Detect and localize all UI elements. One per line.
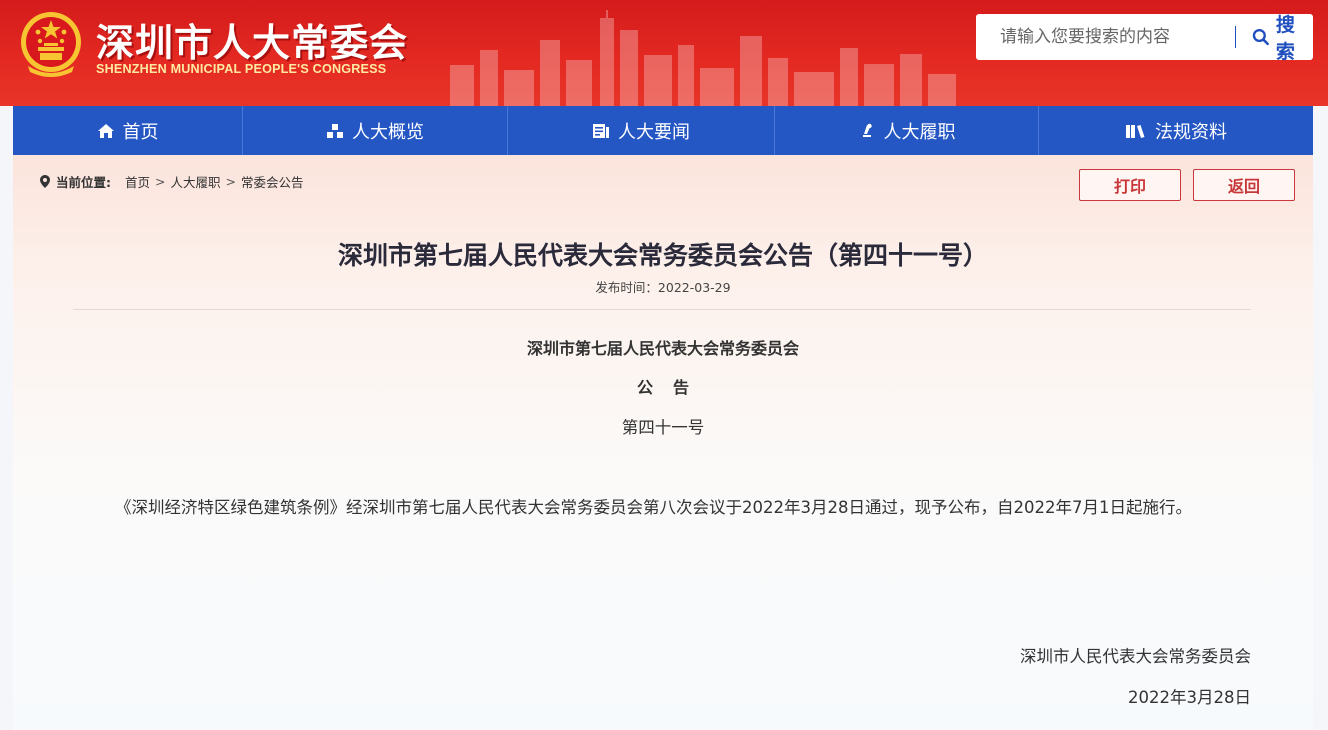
search-button[interactable]: 搜索 — [1252, 10, 1313, 64]
title-divider — [73, 309, 1251, 310]
notice-issuer: 深圳市第七届人民代表大会常务委员会 — [526, 339, 799, 358]
national-emblem-icon — [21, 12, 81, 77]
search-icon — [1253, 28, 1270, 46]
home-icon — [97, 123, 115, 139]
overview-icon — [326, 123, 344, 139]
site-title[interactable]: 深圳市人大常委会 — [96, 12, 408, 67]
breadcrumb-duty[interactable]: 人大履职 — [171, 172, 221, 191]
site-header: 深圳市人大常委会 SHENZHEN MUNICIPAL PEOPLE'S CON… — [0, 0, 1328, 106]
publish-info: 发布时间：2022-03-29 — [13, 277, 1313, 296]
nav-item-label: 人大概览 — [352, 121, 424, 143]
location-pin-icon — [40, 175, 50, 188]
nav-item-label: 法规资料 — [1155, 121, 1227, 143]
notice-number: 第四十一号 — [621, 418, 705, 437]
breadcrumb-separator: > — [155, 174, 166, 189]
search-input[interactable] — [1000, 15, 1228, 59]
nav-item-laws[interactable]: 法规资料 — [1039, 106, 1313, 155]
search-button-label: 搜索 — [1275, 14, 1295, 63]
nav-item-overview[interactable]: 人大概览 — [243, 106, 508, 155]
print-button[interactable]: 打印 — [1079, 169, 1181, 201]
publish-label: 发布时间： — [595, 280, 658, 295]
search-divider — [1235, 26, 1237, 48]
article-panel: 当前位置: 首页 > 人大履职 > 常委会公告 打印 返回 深圳市第七届人民代表… — [13, 155, 1313, 730]
main-nav: 首页 人大概览 人大要闻 人大履职 法规资料 — [13, 106, 1313, 155]
nav-item-duty[interactable]: 人大履职 — [775, 106, 1039, 155]
signature-date: 2022年3月28日 — [1128, 688, 1251, 707]
breadcrumb-separator: > — [225, 174, 236, 189]
nav-item-label: 人大履职 — [883, 121, 956, 143]
nav-item-news[interactable]: 人大要闻 — [508, 106, 775, 155]
breadcrumb-home[interactable]: 首页 — [125, 172, 150, 191]
nav-item-label: 人大要闻 — [618, 121, 690, 143]
books-icon — [1125, 123, 1147, 139]
news-icon — [592, 123, 610, 139]
back-button[interactable]: 返回 — [1193, 169, 1295, 201]
notice-body: 《深圳经济特区绿色建筑条例》经深圳市第七届人民代表大会常务委员会第八次会议于20… — [115, 498, 1192, 517]
skyline-decoration — [450, 10, 956, 106]
search-box: 搜索 — [976, 14, 1313, 63]
signature-organization: 深圳市人民代表大会常务委员会 — [1020, 647, 1251, 666]
nav-item-home[interactable]: 首页 — [13, 106, 243, 155]
breadcrumb: 当前位置: 首页 > 人大履职 > 常委会公告 — [40, 172, 304, 191]
breadcrumb-current[interactable]: 常委会公告 — [241, 172, 304, 191]
article-title: 深圳市第七届人民代表大会常务委员会公告（第四十一号） — [337, 241, 988, 270]
breadcrumb-label: 当前位置: — [56, 175, 111, 190]
nav-item-label: 首页 — [122, 121, 159, 143]
duty-icon — [858, 123, 876, 139]
notice-heading: 公告 — [636, 378, 709, 397]
publish-date: 2022-03-29 — [657, 280, 731, 295]
site-subtitle: SHENZHEN MUNICIPAL PEOPLE'S CONGRESS — [96, 62, 387, 76]
